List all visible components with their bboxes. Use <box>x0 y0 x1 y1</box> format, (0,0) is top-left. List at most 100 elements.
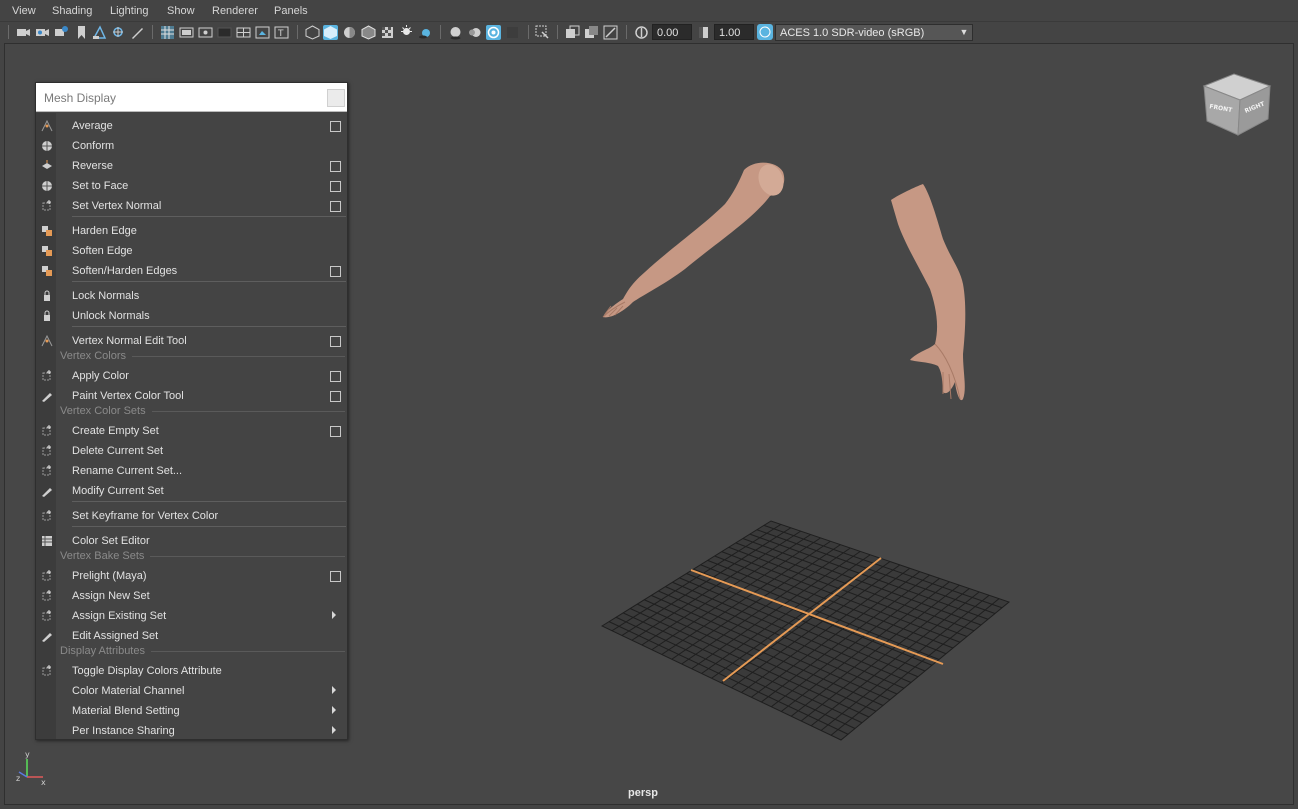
grease-pencil-icon[interactable] <box>130 25 145 40</box>
left-arm-mesh[interactable] <box>602 161 788 318</box>
gamma-field[interactable]: 1.00 <box>714 24 754 40</box>
menu-panels[interactable]: Panels <box>274 5 308 17</box>
resolution-gate-icon[interactable] <box>198 25 213 40</box>
menu-shading[interactable]: Shading <box>52 5 92 17</box>
toolbar-separator <box>557 25 558 39</box>
set-vertex-normal-icon <box>42 200 51 211</box>
bookmark-icon[interactable] <box>74 25 89 40</box>
menu-item-assign-new-set[interactable]: Assign New Set <box>36 586 347 606</box>
menu-item-set-to-face[interactable]: Set to Face <box>36 176 347 196</box>
field-chart-icon[interactable] <box>236 25 251 40</box>
view-cube[interactable]: FRONT RIGHT <box>1202 73 1272 136</box>
panel-title-bar[interactable]: Mesh Display <box>36 83 347 112</box>
option-box[interactable] <box>330 391 341 402</box>
exposure-field[interactable]: 0.00 <box>652 24 692 40</box>
panel-title: Mesh Display <box>44 91 117 105</box>
menu-item-soften-edge[interactable]: Soften Edge <box>36 241 347 261</box>
safe-action-icon[interactable] <box>255 25 270 40</box>
menu-item-per-instance-sharing[interactable]: Per Instance Sharing <box>36 721 347 741</box>
menu-item-label: Color Set Editor <box>72 535 150 547</box>
default-material-icon[interactable] <box>342 25 357 40</box>
menu-item-material-blend-setting[interactable]: Material Blend Setting <box>36 701 347 721</box>
gamma-icon[interactable] <box>696 25 711 40</box>
reverse-normals-icon <box>42 160 52 169</box>
menu-item-prelight-maya[interactable]: Prelight (Maya) <box>36 566 347 586</box>
option-box[interactable] <box>330 266 341 277</box>
menu-item-unlock-normals[interactable]: Unlock Normals <box>36 306 347 326</box>
color-management-icon[interactable] <box>757 24 773 40</box>
menu-show[interactable]: Show <box>167 5 195 17</box>
menu-item-delete-current-set[interactable]: Delete Current Set <box>36 441 347 461</box>
safe-title-icon[interactable]: T <box>274 25 289 40</box>
menu-item-label: Material Blend Setting <box>72 705 180 717</box>
option-box[interactable] <box>330 201 341 212</box>
toolbar-separator <box>152 25 153 39</box>
view-transform-dropdown[interactable]: ACES 1.0 SDR-video (sRGB) <box>775 24 973 41</box>
screen-space-ao-icon[interactable] <box>448 25 463 40</box>
option-box[interactable] <box>330 121 341 132</box>
menu-view[interactable]: View <box>12 5 36 17</box>
menu-item-label: Vertex Normal Edit Tool <box>72 335 187 347</box>
2d-pan-zoom-icon[interactable] <box>111 25 126 40</box>
lights-icon[interactable] <box>399 25 414 40</box>
option-box[interactable] <box>330 181 341 192</box>
isolate-select-icon[interactable] <box>535 25 550 40</box>
menu-item-average[interactable]: Average <box>36 116 347 136</box>
option-box[interactable] <box>330 426 341 437</box>
close-button[interactable] <box>327 89 345 107</box>
exposure-icon[interactable] <box>634 25 649 40</box>
option-box[interactable] <box>330 571 341 582</box>
bookmark-camera-icon[interactable] <box>54 25 69 40</box>
menu-item-harden-edge[interactable]: Harden Edge <box>36 221 347 241</box>
section-header-vertex-color-sets: Vertex Color Sets <box>60 405 347 419</box>
menu-item-toggle-display-colors-attribute[interactable]: Toggle Display Colors Attribute <box>36 661 347 681</box>
wireframe-on-shaded-icon[interactable] <box>361 25 376 40</box>
gate-mask-icon[interactable] <box>217 25 232 40</box>
textured-icon[interactable] <box>380 25 395 40</box>
menu-item-create-empty-set[interactable]: Create Empty Set <box>36 421 347 441</box>
rename-set-icon <box>42 465 51 476</box>
menu-item-apply-color[interactable]: Apply Color <box>36 366 347 386</box>
menu-item-conform[interactable]: Conform <box>36 136 347 156</box>
menu-item-set-vertex-normal[interactable]: Set Vertex Normal <box>36 196 347 216</box>
shadows-icon[interactable] <box>418 25 433 40</box>
assign-existing-set-icon <box>42 610 51 621</box>
menu-item-assign-existing-set[interactable]: Assign Existing Set <box>36 606 347 626</box>
image-plane-icon[interactable] <box>92 25 107 40</box>
menu-item-color-set-editor[interactable]: Color Set Editor <box>36 531 347 551</box>
menu-lighting[interactable]: Lighting <box>110 5 149 17</box>
menu-item-modify-current-set[interactable]: Modify Current Set <box>36 481 347 501</box>
anti-aliasing-icon[interactable] <box>486 25 501 40</box>
menu-renderer[interactable]: Renderer <box>212 5 258 17</box>
film-gate-icon[interactable] <box>179 25 194 40</box>
menu-item-rename-current-set[interactable]: Rename Current Set... <box>36 461 347 481</box>
menu-item-set-keyframe-for-vertex-color[interactable]: Set Keyframe for Vertex Color <box>36 506 347 526</box>
right-arm-mesh[interactable] <box>891 184 966 401</box>
xray-icon[interactable] <box>565 25 580 40</box>
chevron-down-icon[interactable]: ▼ <box>955 25 973 39</box>
option-box[interactable] <box>330 371 341 382</box>
menu-item-soften-harden-edges[interactable]: Soften/Harden Edges <box>36 261 347 281</box>
motion-blur-icon[interactable] <box>467 25 482 40</box>
soften-edge-icon <box>42 246 52 256</box>
xray-components-icon[interactable] <box>603 25 618 40</box>
keyframe-color-icon <box>42 510 51 521</box>
xray-joints-icon[interactable] <box>584 25 599 40</box>
wireframe-icon[interactable] <box>305 25 320 40</box>
camera-icon[interactable] <box>16 25 31 40</box>
option-box[interactable] <box>330 161 341 172</box>
menu-item-edit-assigned-set[interactable]: Edit Assigned Set <box>36 626 347 646</box>
menu-item-paint-vertex-color-tool[interactable]: Paint Vertex Color Tool <box>36 386 347 406</box>
menu-item-vertex-normal-edit-tool[interactable]: Vertex Normal Edit Tool <box>36 331 347 351</box>
menu-item-lock-normals[interactable]: Lock Normals <box>36 286 347 306</box>
camera-attributes-icon[interactable] <box>35 25 50 40</box>
paint-brush-icon <box>42 393 52 402</box>
smooth-shade-icon[interactable] <box>323 25 338 40</box>
depth-of-field-icon[interactable] <box>505 25 520 40</box>
option-box[interactable] <box>330 336 341 347</box>
grid-toggle-icon[interactable] <box>160 25 175 40</box>
section-divider <box>132 356 345 357</box>
section-header-display-attributes: Display Attributes <box>60 645 347 659</box>
menu-item-reverse[interactable]: Reverse <box>36 156 347 176</box>
menu-item-color-material-channel[interactable]: Color Material Channel <box>36 681 347 701</box>
